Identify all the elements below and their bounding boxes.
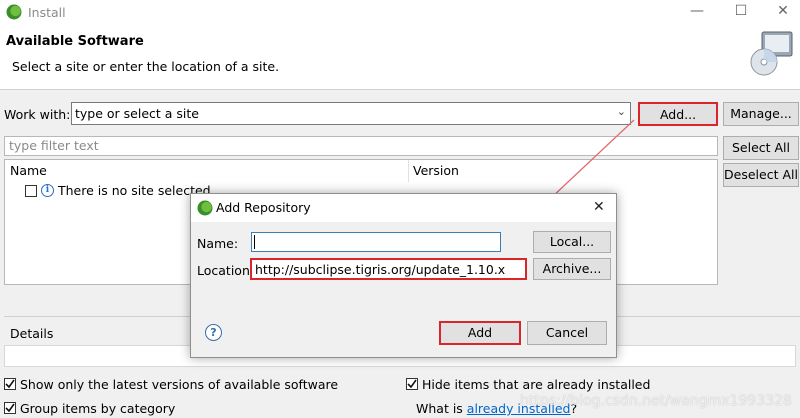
page-title: Available Software — [6, 34, 144, 49]
eclipse-icon — [6, 4, 22, 20]
watermark: https://blog.csdn.net/wangmx1993328 — [520, 393, 792, 409]
text-cursor — [254, 235, 255, 249]
deselect-all-button[interactable]: Deselect All — [723, 163, 799, 187]
group-by-category-checkbox[interactable] — [4, 402, 16, 414]
manage-button[interactable]: Manage... — [723, 102, 799, 126]
title-bar: Install — ☐ ✕ — [0, 0, 800, 26]
help-icon[interactable]: ? — [205, 324, 222, 341]
local-button[interactable]: Local... — [533, 231, 611, 253]
details-label: Details — [10, 326, 54, 341]
minimize-button[interactable]: — — [686, 3, 708, 19]
close-button[interactable]: ✕ — [772, 3, 794, 19]
location-value: http://subclipse.tigris.org/update_1.10.… — [255, 262, 506, 277]
info-icon: i — [41, 184, 54, 197]
page-description: Select a site or enter the location of a… — [12, 59, 280, 74]
what-is-text: What is — [416, 401, 467, 416]
add-button[interactable]: Add — [439, 321, 521, 345]
location-input[interactable]: http://subclipse.tigris.org/update_1.10.… — [250, 258, 527, 280]
add-site-button[interactable]: Add... — [638, 102, 718, 126]
hide-installed-label: Hide items that are already installed — [422, 377, 651, 392]
work-with-value: type or select a site — [75, 106, 199, 121]
work-with-combo[interactable]: type or select a site ⌄ — [71, 102, 631, 125]
column-header-version[interactable]: Version — [413, 160, 459, 182]
checkmark-icon — [5, 379, 15, 389]
eclipse-icon — [197, 200, 213, 216]
filter-input[interactable]: type filter text — [4, 136, 718, 156]
group-by-category-label: Group items by category — [20, 401, 176, 416]
cancel-button[interactable]: Cancel — [527, 321, 607, 345]
name-input[interactable] — [251, 232, 501, 252]
archive-button[interactable]: Archive... — [533, 258, 611, 280]
name-label: Name: — [197, 236, 239, 251]
dialog-title-bar: Add Repository ✕ — [191, 194, 616, 222]
checkmark-icon — [407, 379, 417, 389]
dialog-title: Add Repository — [216, 200, 311, 215]
dialog-close-button[interactable]: ✕ — [593, 199, 605, 215]
wizard-header: Available Software Select a site or ente… — [0, 26, 800, 90]
hide-installed-checkbox[interactable] — [406, 378, 418, 390]
maximize-button[interactable]: ☐ — [730, 3, 752, 19]
show-latest-label: Show only the latest versions of availab… — [20, 377, 339, 392]
chevron-down-icon[interactable]: ⌄ — [617, 105, 626, 118]
column-header-name[interactable]: Name — [10, 160, 47, 182]
work-with-label: Work with: — [4, 107, 71, 122]
row-checkbox[interactable] — [25, 185, 37, 197]
column-divider — [408, 160, 409, 182]
add-repository-dialog: Add Repository ✕ Name: Local... Location… — [190, 193, 617, 358]
location-label: Location: — [197, 263, 255, 278]
show-latest-checkbox[interactable] — [4, 378, 16, 390]
select-all-button[interactable]: Select All — [723, 136, 799, 160]
checkmark-icon — [5, 403, 15, 413]
install-cd-icon — [750, 31, 793, 76]
window-title: Install — [28, 5, 66, 20]
